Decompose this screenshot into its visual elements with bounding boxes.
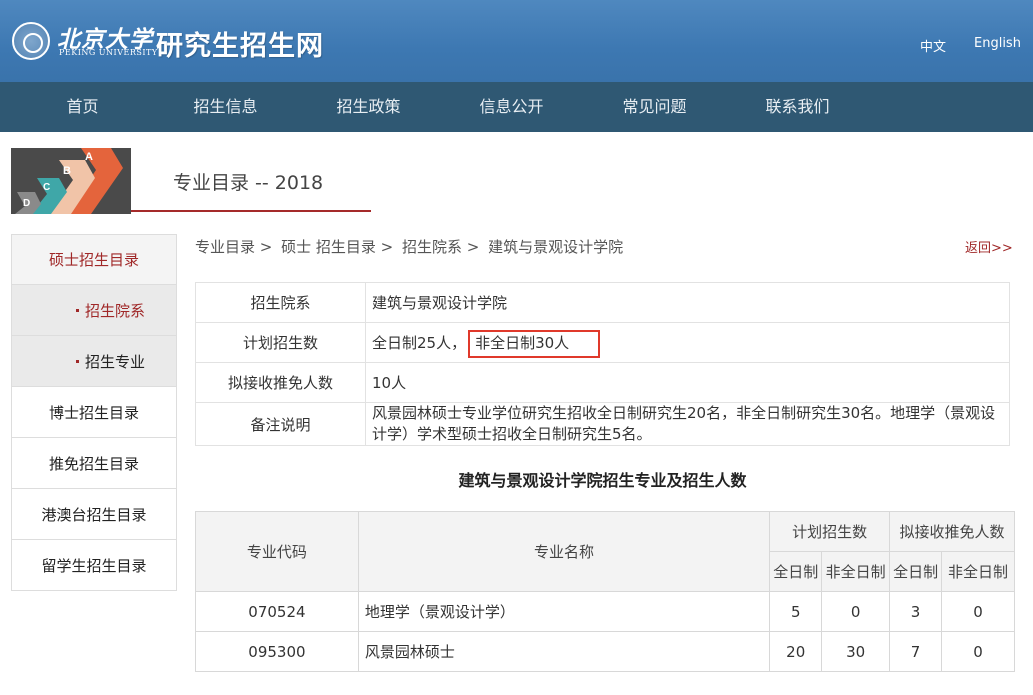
sidebar: 硕士招生目录 招生院系 招生专业 博士招生目录 推免招生目录 港澳台招生目录 留… (11, 234, 177, 591)
nav-admission-info[interactable]: 招生信息 (154, 82, 297, 132)
nav-info-disclosure[interactable]: 信息公开 (440, 82, 583, 132)
table-row: 070524 地理学（景观设计学） 5 0 3 0 (196, 592, 1015, 632)
nav-faq[interactable]: 常见问题 (583, 82, 726, 132)
site-title[interactable]: 研究生招生网 (156, 24, 324, 63)
tm-full-count: 7 (890, 632, 942, 672)
dept-value: 建筑与景观设计学院 (366, 283, 1010, 323)
breadcrumb-current: 建筑与景观设计学院 (488, 238, 623, 256)
majors-table: 专业代码 专业名称 计划招生数 拟接收推免人数 全日制 非全日制 全日制 非全日… (195, 511, 1015, 672)
tuimian-label: 拟接收推免人数 (196, 363, 366, 403)
site-header: 北京大学 PEKING UNIVERSITY 研究生招生网 中文 English (0, 0, 1033, 82)
logo-english: PEKING UNIVERSITY (59, 48, 158, 57)
plan-part-count: 0 (822, 592, 890, 632)
tm-part-count: 0 (942, 592, 1015, 632)
sidebar-subitem-departments[interactable]: 招生院系 (11, 285, 177, 336)
plan-full-count: 5 (770, 592, 822, 632)
major-name: 地理学（景观设计学） (358, 592, 769, 632)
sidebar-item-label: 推免招生目录 (49, 453, 139, 474)
sidebar-item-hmt[interactable]: 港澳台招生目录 (11, 489, 177, 540)
plan-part-count: 30 (822, 632, 890, 672)
dept-label: 招生院系 (196, 283, 366, 323)
breadcrumb: 专业目录 > 硕士 招生目录 > 招生院系 > 建筑与景观设计学院 (195, 236, 627, 257)
col-header-code: 专业代码 (196, 512, 359, 592)
col-header-tuimian: 拟接收推免人数 (890, 512, 1015, 552)
page-title: 专业目录 -- 2018 (173, 168, 323, 195)
plan-full-count: 20 (770, 632, 822, 672)
major-name: 风景园林硕士 (358, 632, 769, 672)
tm-part-count: 0 (942, 632, 1015, 672)
sidebar-item-masters[interactable]: 硕士招生目录 (11, 234, 177, 285)
plan-part-time-highlight: 非全日制30人 (468, 330, 600, 358)
col-header-name: 专业名称 (358, 512, 769, 592)
sidebar-item-label: 留学生招生目录 (41, 555, 146, 576)
col-header-tm-full: 全日制 (890, 552, 942, 592)
major-code: 095300 (196, 632, 359, 672)
banner-letter-d: D (23, 198, 30, 209)
sidebar-item-label: 硕士招生目录 (49, 249, 139, 270)
lang-english-link[interactable]: English (974, 36, 1021, 51)
plan-full-time: 全日制25人， (372, 334, 466, 352)
back-link[interactable]: 返回>> (965, 237, 1013, 256)
tm-full-count: 3 (890, 592, 942, 632)
major-code: 070524 (196, 592, 359, 632)
breadcrumb-departments[interactable]: 招生院系 > (402, 238, 479, 256)
note-value: 风景园林硕士专业学位研究生招收全日制研究生20名，非全日制研究生30名。地理学（… (366, 403, 1010, 446)
tuimian-value: 10人 (366, 363, 1010, 403)
col-header-plan: 计划招生数 (770, 512, 890, 552)
main-nav: 首页 招生信息 招生政策 信息公开 常见问题 联系我们 (0, 82, 1033, 132)
bullet-icon (76, 309, 79, 312)
university-seal-icon[interactable] (12, 22, 50, 60)
sidebar-item-label: 招生专业 (85, 351, 145, 372)
banner-image: A B C D (11, 148, 131, 214)
sidebar-item-label: 港澳台招生目录 (41, 504, 146, 525)
nav-contact[interactable]: 联系我们 (726, 82, 869, 132)
sidebar-subitem-majors[interactable]: 招生专业 (11, 336, 177, 387)
col-header-plan-full: 全日制 (770, 552, 822, 592)
lang-chinese-link[interactable]: 中文 (920, 36, 946, 55)
plan-label: 计划招生数 (196, 323, 366, 363)
sidebar-item-international[interactable]: 留学生招生目录 (11, 540, 177, 591)
table-row: 095300 风景园林硕士 20 30 7 0 (196, 632, 1015, 672)
department-info-table: 招生院系 建筑与景观设计学院 计划招生数 全日制25人，非全日制30人 拟接收推… (195, 282, 1010, 446)
nav-home[interactable]: 首页 (11, 82, 154, 132)
sidebar-item-tuimian[interactable]: 推免招生目录 (11, 438, 177, 489)
sidebar-item-label: 博士招生目录 (49, 402, 139, 423)
bullet-icon (76, 360, 79, 363)
title-underline (131, 210, 371, 212)
sidebar-item-phd[interactable]: 博士招生目录 (11, 387, 177, 438)
majors-section-title: 建筑与景观设计学院招生专业及招生人数 (195, 467, 1010, 491)
col-header-plan-part: 非全日制 (822, 552, 890, 592)
banner-letter-c: C (43, 182, 50, 193)
sidebar-item-label: 招生院系 (85, 300, 145, 321)
nav-admission-policy[interactable]: 招生政策 (297, 82, 440, 132)
breadcrumb-masters[interactable]: 硕士 招生目录 > (281, 238, 393, 256)
banner-letter-b: B (63, 165, 71, 177)
plan-value: 全日制25人，非全日制30人 (366, 323, 1010, 363)
note-label: 备注说明 (196, 403, 366, 446)
banner-letter-a: A (85, 151, 93, 163)
breadcrumb-catalog[interactable]: 专业目录 > (195, 238, 272, 256)
col-header-tm-part: 非全日制 (942, 552, 1015, 592)
